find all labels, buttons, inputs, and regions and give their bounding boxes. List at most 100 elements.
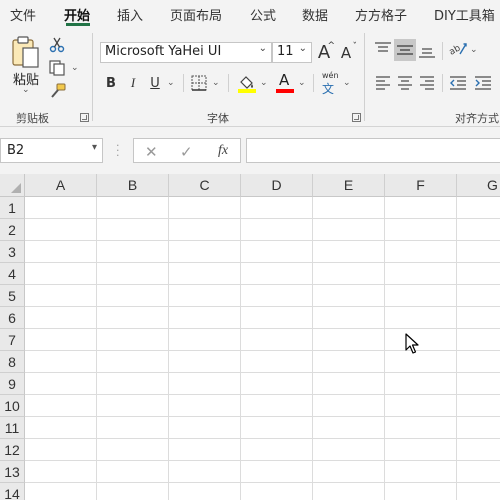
cell-f4[interactable] — [385, 263, 457, 285]
row-header-1[interactable]: 1 — [0, 197, 25, 219]
cell-a10[interactable] — [25, 395, 97, 417]
fill-color-dropdown-icon[interactable]: ⌄ — [260, 78, 268, 88]
row-header-11[interactable]: 11 — [0, 417, 25, 439]
tab-fangfang[interactable]: 方方格子 — [355, 5, 407, 24]
underline-dropdown-icon[interactable]: ⌄ — [167, 78, 175, 88]
row-header-6[interactable]: 6 — [0, 307, 25, 329]
cell-a13[interactable] — [25, 461, 97, 483]
cell-d6[interactable] — [241, 307, 313, 329]
tab-home[interactable]: 开始 — [64, 5, 90, 24]
cell-c10[interactable] — [169, 395, 241, 417]
tab-insert[interactable]: 插入 — [117, 5, 143, 24]
italic-button[interactable]: I — [124, 73, 142, 93]
cell-a4[interactable] — [25, 263, 97, 285]
cell-g5[interactable] — [457, 285, 500, 307]
cell-e3[interactable] — [313, 241, 385, 263]
borders-button[interactable] — [191, 75, 207, 94]
row-header-2[interactable]: 2 — [0, 219, 25, 241]
fill-color-button[interactable] — [237, 73, 257, 96]
column-header-a[interactable]: A — [25, 174, 97, 197]
font-color-button[interactable]: A — [276, 71, 294, 95]
cell-f9[interactable] — [385, 373, 457, 395]
cell-e11[interactable] — [313, 417, 385, 439]
cell-f11[interactable] — [385, 417, 457, 439]
cell-f14[interactable] — [385, 483, 457, 500]
row-header-8[interactable]: 8 — [0, 351, 25, 373]
align-bottom-button[interactable] — [418, 43, 436, 62]
column-header-e[interactable]: E — [313, 174, 385, 197]
borders-dropdown-icon[interactable]: ⌄ — [212, 78, 220, 88]
font-color-dropdown-icon[interactable]: ⌄ — [298, 78, 306, 88]
cell-f8[interactable] — [385, 351, 457, 373]
cell-c1[interactable] — [169, 197, 241, 219]
cell-a3[interactable] — [25, 241, 97, 263]
cell-a7[interactable] — [25, 329, 97, 351]
cancel-icon[interactable]: ✕ — [145, 143, 158, 161]
cell-a1[interactable] — [25, 197, 97, 219]
cell-e1[interactable] — [313, 197, 385, 219]
cell-f2[interactable] — [385, 219, 457, 241]
cell-c9[interactable] — [169, 373, 241, 395]
cell-d3[interactable] — [241, 241, 313, 263]
clipboard-dialog-launcher-icon[interactable] — [80, 113, 89, 122]
cell-b11[interactable] — [97, 417, 169, 439]
cell-e10[interactable] — [313, 395, 385, 417]
cell-e13[interactable] — [313, 461, 385, 483]
row-header-7[interactable]: 7 — [0, 329, 25, 351]
font-name-combo[interactable]: Microsoft YaHei UI ⌄ — [100, 42, 272, 63]
cell-b6[interactable] — [97, 307, 169, 329]
row-header-5[interactable]: 5 — [0, 285, 25, 307]
format-painter-button[interactable] — [49, 83, 67, 102]
cell-b10[interactable] — [97, 395, 169, 417]
cell-b4[interactable] — [97, 263, 169, 285]
name-box[interactable]: B2 ▾ — [0, 138, 103, 163]
cell-b2[interactable] — [97, 219, 169, 241]
cell-f3[interactable] — [385, 241, 457, 263]
paste-button[interactable] — [10, 35, 42, 69]
cell-a8[interactable] — [25, 351, 97, 373]
copy-button[interactable] — [49, 60, 67, 79]
cell-g10[interactable] — [457, 395, 500, 417]
cell-g7[interactable] — [457, 329, 500, 351]
cell-e4[interactable] — [313, 263, 385, 285]
tab-data[interactable]: 数据 — [302, 5, 328, 24]
cell-c2[interactable] — [169, 219, 241, 241]
cell-g13[interactable] — [457, 461, 500, 483]
cell-g2[interactable] — [457, 219, 500, 241]
underline-button[interactable]: U — [146, 73, 164, 93]
cell-c6[interactable] — [169, 307, 241, 329]
row-header-13[interactable]: 13 — [0, 461, 25, 483]
chevron-down-icon[interactable]: ▾ — [92, 142, 97, 153]
cell-e2[interactable] — [313, 219, 385, 241]
cell-f5[interactable] — [385, 285, 457, 307]
cell-d11[interactable] — [241, 417, 313, 439]
shrink-font-button[interactable]: A ˇ — [336, 42, 357, 63]
font-size-combo[interactable]: 11 ⌄ — [272, 42, 312, 63]
cell-g6[interactable] — [457, 307, 500, 329]
cell-g9[interactable] — [457, 373, 500, 395]
cell-b1[interactable] — [97, 197, 169, 219]
column-header-g[interactable]: G — [457, 174, 500, 197]
cell-f10[interactable] — [385, 395, 457, 417]
copy-dropdown-icon[interactable]: ⌄ — [71, 63, 79, 73]
cell-c11[interactable] — [169, 417, 241, 439]
increase-indent-button[interactable] — [474, 75, 492, 94]
cell-d13[interactable] — [241, 461, 313, 483]
cut-button[interactable] — [49, 37, 65, 56]
cell-e6[interactable] — [313, 307, 385, 329]
cell-g12[interactable] — [457, 439, 500, 461]
align-right-button[interactable] — [419, 75, 435, 94]
cell-f7[interactable] — [385, 329, 457, 351]
insert-function-button[interactable]: fx — [218, 143, 228, 159]
column-header-c[interactable]: C — [169, 174, 241, 197]
cell-b13[interactable] — [97, 461, 169, 483]
cell-g4[interactable] — [457, 263, 500, 285]
cell-g11[interactable] — [457, 417, 500, 439]
enter-icon[interactable]: ✓ — [180, 143, 193, 161]
tab-formulas[interactable]: 公式 — [250, 5, 276, 24]
row-header-10[interactable]: 10 — [0, 395, 25, 417]
font-dialog-launcher-icon[interactable] — [352, 113, 361, 122]
cell-a9[interactable] — [25, 373, 97, 395]
cell-b8[interactable] — [97, 351, 169, 373]
tab-page-layout[interactable]: 页面布局 — [170, 5, 222, 24]
